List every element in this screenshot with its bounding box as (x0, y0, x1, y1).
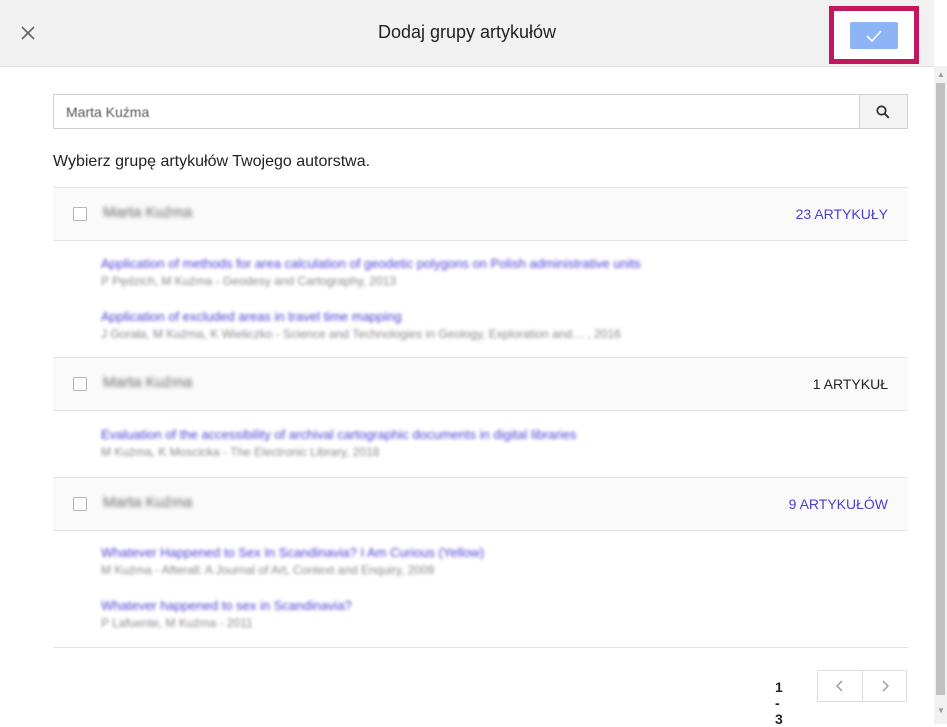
instructions-text: Wybierz grupę artykułów Twojego autorstw… (53, 153, 371, 170)
article-meta: J Gorała, M Kuźma, K Wieliczko - Science… (101, 327, 621, 341)
scroll-up-arrow-icon[interactable]: ▲ (937, 70, 945, 79)
group-checkbox[interactable] (73, 207, 87, 221)
article-title-link[interactable]: Whatever Happened to Sex In Scandinavia?… (101, 545, 781, 560)
article-meta: P Pędzich, M Kuźma - Geodesy and Cartogr… (101, 274, 397, 288)
next-page-button[interactable] (863, 671, 907, 701)
pagination-buttons (817, 670, 907, 702)
article-title-link[interactable]: Application of excluded areas in travel … (101, 309, 781, 324)
article-item: Application of excluded areas in travel … (101, 309, 781, 341)
confirm-button[interactable] (850, 22, 898, 49)
group-author-name: Marta Kuźma (103, 374, 193, 391)
list-divider (53, 647, 908, 648)
article-title-link[interactable]: Evaluation of the accessibility of archi… (101, 427, 781, 442)
group-article-count-link[interactable]: 23 ARTYKUŁY (796, 206, 888, 222)
confirm-highlight-frame (829, 6, 919, 64)
search-input[interactable] (54, 95, 860, 128)
group-author-name: Marta Kuźma (103, 204, 193, 221)
article-group-header[interactable]: Marta Kuźma 1 ARTYKUŁ (53, 357, 908, 411)
article-item: Application of methods for area calculat… (101, 256, 781, 288)
article-group-header[interactable]: Marta Kuźma 9 ARTYKUŁÓW (53, 477, 908, 531)
article-meta: M Kuźma, K Moscicka - The Electronic Lib… (101, 445, 380, 459)
article-item: Evaluation of the accessibility of archi… (101, 427, 781, 459)
article-meta: M Kuźma - Afterall: A Journal of Art, Co… (101, 563, 435, 577)
group-checkbox[interactable] (73, 377, 87, 391)
article-item: Whatever happened to sex in Scandinavia?… (101, 598, 781, 630)
group-checkbox[interactable] (73, 497, 87, 511)
chevron-right-icon (882, 680, 889, 692)
article-title-link[interactable]: Application of methods for area calculat… (101, 256, 781, 271)
group-author-name: Marta Kuźma (103, 494, 193, 511)
scrollbar-thumb[interactable] (936, 83, 945, 695)
search-button[interactable] (859, 95, 907, 128)
article-group-header[interactable]: Marta Kuźma 23 ARTYKUŁY (53, 187, 908, 241)
group-article-count-link[interactable]: 9 ARTYKUŁÓW (789, 496, 888, 512)
search-box (53, 94, 908, 129)
check-icon (866, 30, 882, 43)
dialog-title: Dodaj grupy artykułów (377, 22, 557, 42)
dialog-header: Dodaj grupy artykułów (0, 0, 934, 67)
article-item: Whatever Happened to Sex In Scandinavia?… (101, 545, 781, 577)
pagination-range: 1 - 3 (775, 679, 783, 727)
previous-page-button[interactable] (818, 671, 863, 701)
group-article-count-label: 1 ARTYKUŁ (812, 376, 888, 392)
scroll-down-arrow-icon[interactable]: ▼ (937, 706, 945, 715)
scrollbar[interactable]: ▲ ▼ (934, 66, 947, 724)
chevron-left-icon (836, 680, 843, 692)
article-title-link[interactable]: Whatever happened to sex in Scandinavia? (101, 598, 781, 613)
search-icon (876, 105, 890, 119)
article-meta: P Lafuente, M Kuźma - 2011 (101, 616, 253, 630)
